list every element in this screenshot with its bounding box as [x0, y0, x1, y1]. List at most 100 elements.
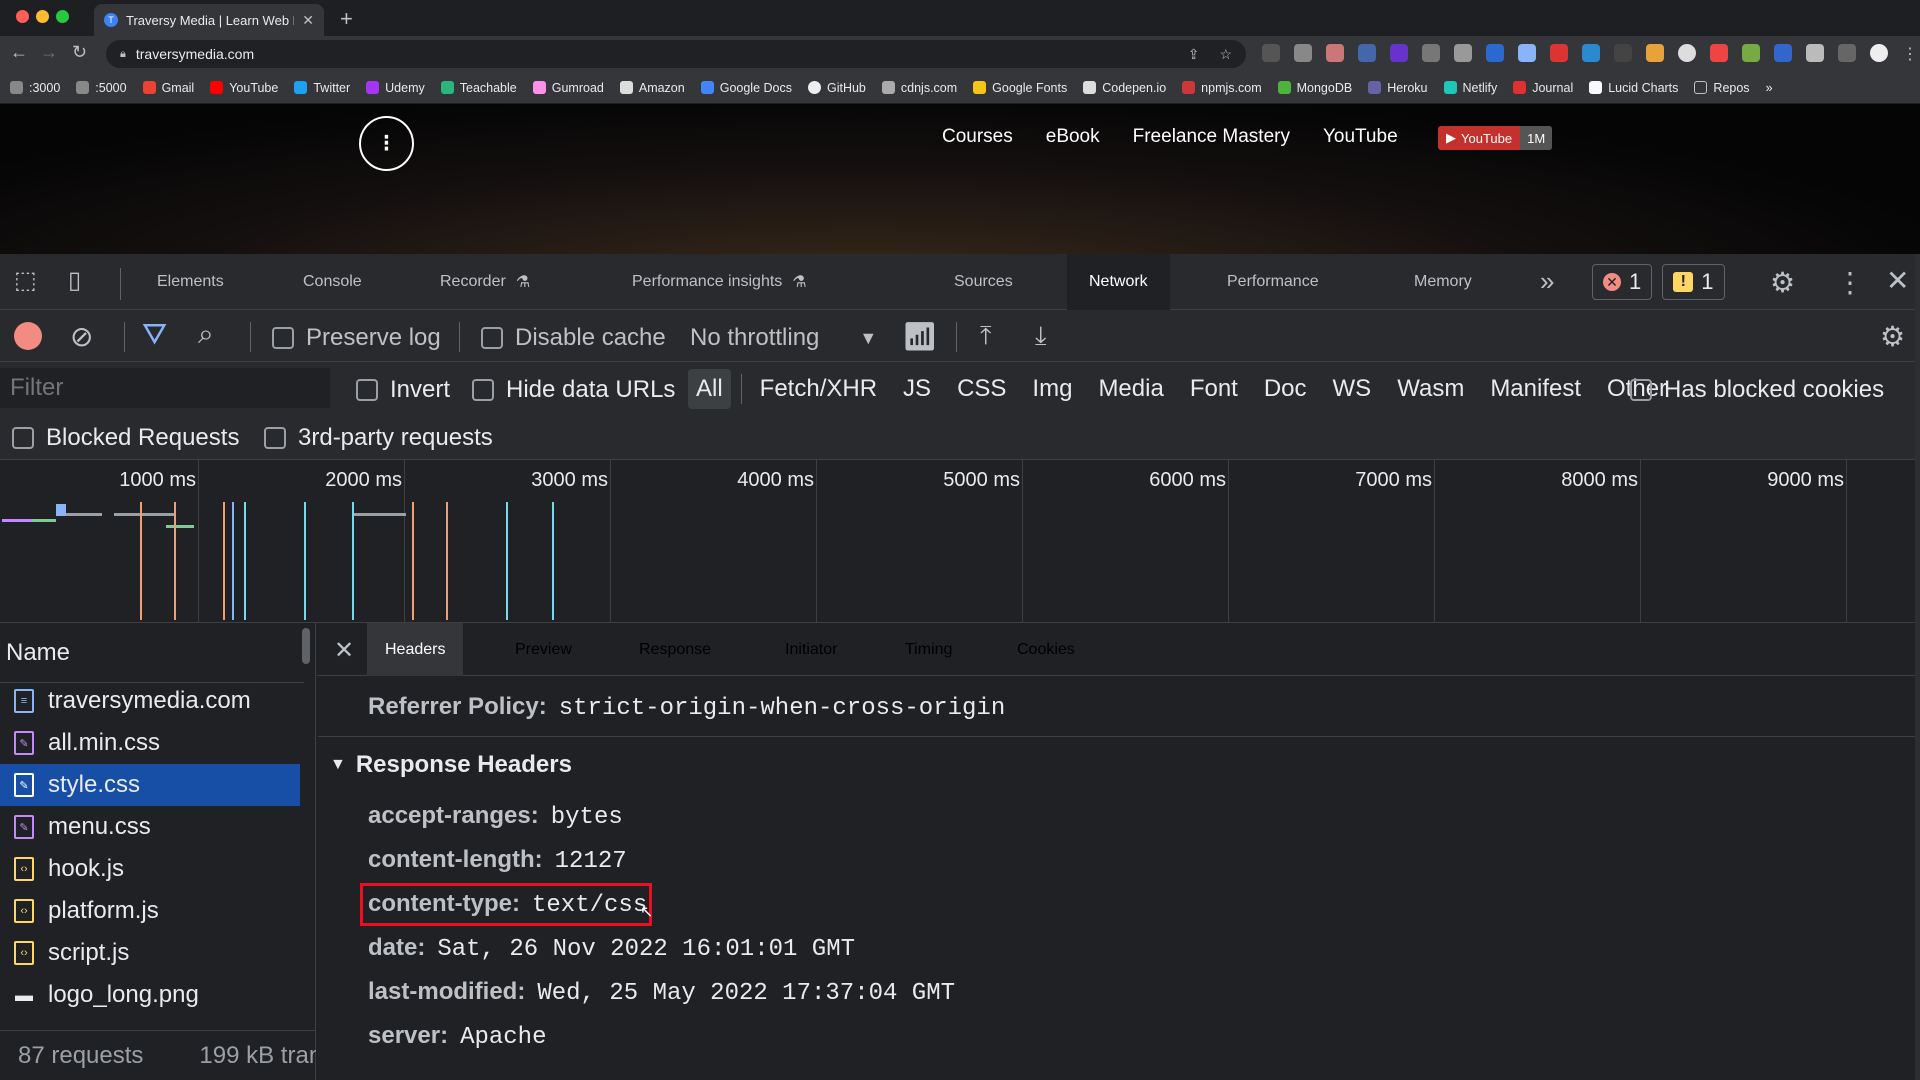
nav-link-youtube[interactable]: YouTube — [1323, 126, 1398, 148]
forward-icon[interactable]: → — [40, 42, 58, 63]
checkbox[interactable] — [472, 379, 494, 401]
network-conditions-icon[interactable]: 📶︎ — [902, 320, 938, 353]
filter-type-img[interactable]: Img — [1024, 369, 1080, 409]
site-logo[interactable]: ⁝ — [359, 116, 414, 171]
search-icon[interactable]: ⌕ — [198, 318, 214, 351]
extension-icon[interactable] — [1326, 44, 1344, 62]
third-party-requests-checkbox[interactable]: 3rd-party requests — [264, 424, 493, 452]
tab-console[interactable]: Console — [281, 254, 384, 310]
hide-data-urls-checkbox[interactable]: Hide data URLs — [472, 376, 675, 404]
devtools-scrollbar[interactable] — [1915, 254, 1920, 1080]
clear-icon[interactable]: ⊘ — [70, 320, 93, 353]
extension-icon[interactable] — [1262, 44, 1280, 62]
nav-link-freelance-mastery[interactable]: Freelance Mastery — [1133, 126, 1290, 148]
warning-count-badge[interactable]: ! 1 — [1662, 264, 1725, 300]
kebab-menu-icon[interactable]: ⋮ — [1836, 266, 1864, 299]
tab-performance-insights[interactable]: Performance insights ⚗ — [610, 254, 829, 310]
bookmark-item[interactable]: MongoDB — [1277, 81, 1352, 95]
bookmark-item[interactable]: cdnjs.com — [881, 81, 957, 95]
tab-performance[interactable]: Performance — [1205, 254, 1341, 310]
response-headers-section-toggle[interactable]: ▼ Response Headers — [330, 751, 572, 779]
side-panel-icon[interactable] — [1838, 44, 1856, 62]
request-list-scrollbar[interactable] — [302, 628, 310, 664]
filter-type-fetch-xhr[interactable]: Fetch/XHR — [752, 369, 885, 409]
bookmark-item[interactable]: Heroku — [1368, 81, 1428, 95]
bookmark-item[interactable]: Gmail — [142, 81, 194, 95]
tab-headers[interactable]: Headers — [367, 623, 464, 676]
throttling-select[interactable]: No throttling ▼ — [690, 324, 877, 352]
bookmark-item[interactable]: Codepen.io — [1083, 81, 1166, 95]
record-button[interactable] — [14, 322, 42, 350]
tab-network[interactable]: Network — [1067, 254, 1170, 310]
bookmark-item[interactable]: Journal — [1513, 81, 1573, 95]
device-toolbar-icon[interactable]: ▯ — [68, 266, 81, 295]
extension-icon[interactable] — [1486, 44, 1504, 62]
request-row[interactable]: ‹› platform.js — [0, 890, 300, 932]
bookmark-item[interactable]: YouTube — [210, 81, 278, 95]
checkbox[interactable] — [264, 427, 286, 449]
blocked-requests-checkbox[interactable]: Blocked Requests — [12, 424, 239, 452]
filter-type-css[interactable]: CSS — [949, 369, 1014, 409]
youtube-subscribe-button[interactable]: ▶ YouTube 1M — [1438, 126, 1553, 150]
request-row[interactable]: ≡ traversymedia.com — [0, 680, 300, 722]
settings-gear-icon[interactable]: ⚙ — [1770, 266, 1795, 299]
tab-recorder[interactable]: Recorder ⚗ — [418, 254, 552, 310]
profile-avatar[interactable] — [1870, 44, 1888, 62]
request-row-selected[interactable]: ✎ style.css — [0, 764, 300, 806]
export-har-icon[interactable]: ⤓ — [1035, 320, 1047, 352]
filter-type-font[interactable]: Font — [1182, 369, 1246, 409]
close-detail-icon[interactable]: ✕ — [334, 636, 354, 665]
import-har-icon[interactable]: ⤒ — [980, 320, 992, 352]
bookmark-item[interactable]: Udemy — [366, 81, 425, 95]
filter-type-ws[interactable]: WS — [1325, 369, 1380, 409]
bookmark-item[interactable]: Google Fonts — [973, 81, 1067, 95]
filter-type-doc[interactable]: Doc — [1256, 369, 1315, 409]
bookmark-item[interactable]: Teachable — [440, 81, 517, 95]
has-blocked-cookies-checkbox[interactable]: Has blocked cookies — [1630, 376, 1884, 404]
tab-cookies[interactable]: Cookies — [999, 623, 1093, 676]
checkbox[interactable] — [272, 327, 294, 349]
share-icon[interactable]: ⇪ — [1188, 46, 1200, 63]
reload-icon[interactable]: ↻ — [72, 42, 87, 63]
invert-checkbox[interactable]: Invert — [356, 376, 450, 404]
filter-type-js[interactable]: JS — [895, 369, 939, 409]
bookmark-star-icon[interactable]: ☆ — [1219, 46, 1232, 63]
new-tab-icon[interactable]: + — [340, 6, 353, 32]
maximize-window-button[interactable] — [56, 10, 69, 23]
extension-icon[interactable] — [1358, 44, 1376, 62]
request-row[interactable]: ‹› script.js — [0, 932, 300, 974]
filter-input[interactable] — [0, 368, 330, 408]
extension-icon[interactable] — [1710, 44, 1728, 62]
extension-icon[interactable] — [1646, 44, 1664, 62]
checkbox[interactable] — [1630, 379, 1652, 401]
minimize-window-button[interactable] — [36, 10, 49, 23]
filter-type-wasm[interactable]: Wasm — [1389, 369, 1472, 409]
bookmark-item[interactable]: Twitter — [294, 81, 350, 95]
puzzle-icon[interactable] — [1806, 44, 1824, 62]
bookmark-item[interactable]: GitHub — [807, 81, 866, 95]
extension-icon[interactable] — [1582, 44, 1600, 62]
tab-preview[interactable]: Preview — [497, 623, 590, 676]
filter-type-media[interactable]: Media — [1090, 369, 1171, 409]
bookmark-item[interactable]: :5000 — [76, 81, 127, 95]
bookmark-item[interactable]: npmjs.com — [1182, 81, 1262, 95]
preserve-log-checkbox[interactable]: Preserve log — [272, 324, 441, 352]
bookmark-item[interactable]: Google Docs — [700, 81, 792, 95]
request-row[interactable]: ▬ logo_long.png — [0, 974, 300, 1016]
request-row[interactable]: ‹› hook.js — [0, 848, 300, 890]
extension-icon[interactable] — [1614, 44, 1632, 62]
extension-icon[interactable] — [1678, 44, 1696, 62]
tab-elements[interactable]: Elements — [135, 254, 246, 310]
bookmark-item[interactable]: Lucid Charts — [1589, 81, 1678, 95]
extension-icon[interactable] — [1742, 44, 1760, 62]
network-settings-gear-icon[interactable]: ⚙ — [1880, 320, 1905, 353]
error-count-badge[interactable]: ✕ 1 — [1592, 264, 1653, 300]
extension-icon[interactable] — [1390, 44, 1408, 62]
tab-timing[interactable]: Timing — [887, 623, 970, 676]
inspect-element-icon[interactable]: ⬚ — [14, 266, 37, 295]
extension-icon[interactable] — [1518, 44, 1536, 62]
nav-link-ebook[interactable]: eBook — [1046, 126, 1100, 148]
close-tab-icon[interactable]: ✕ — [302, 12, 314, 29]
nav-link-courses[interactable]: Courses — [942, 126, 1013, 148]
filter-type-all[interactable]: All — [688, 369, 731, 409]
